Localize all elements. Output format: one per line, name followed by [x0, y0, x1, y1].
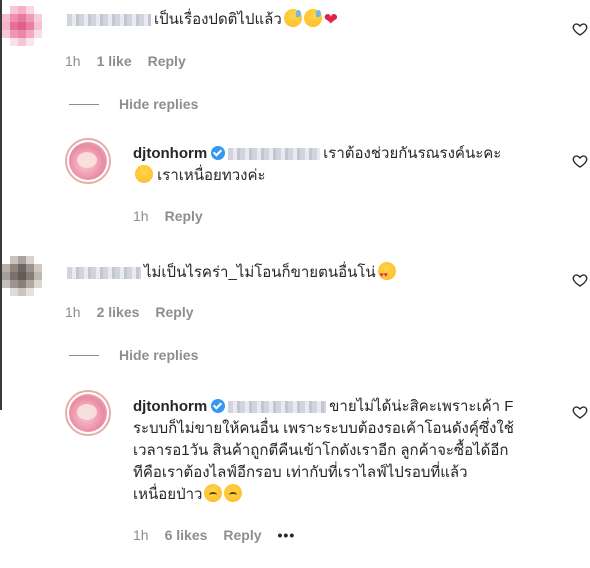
- verified-badge-icon: [211, 399, 226, 413]
- more-options-icon[interactable]: •••: [278, 527, 296, 543]
- avatar[interactable]: [2, 6, 44, 48]
- reply-button[interactable]: Reply: [165, 208, 203, 224]
- like-heart-icon[interactable]: [572, 404, 588, 420]
- like-heart-icon[interactable]: [572, 153, 588, 169]
- hide-replies-button[interactable]: Hide replies: [69, 347, 198, 363]
- username-link[interactable]: djtonhorm: [133, 145, 207, 162]
- timestamp: 1h: [65, 304, 81, 320]
- red-heart-emoji-icon: ❤: [323, 10, 339, 29]
- reply-text: djtonhorm เราต้องช่วยกันรณรงค์นะคะ เราเหน…: [133, 145, 502, 184]
- laughing-emoji-icon: [135, 165, 153, 183]
- username-link[interactable]: djtonhorm: [133, 398, 207, 415]
- sad-face-emoji-icon: [224, 484, 243, 502]
- reply-text: djtonhorm ขายไม่ได้น่ะสิคะเพราะเค้า F ระบ…: [133, 398, 514, 503]
- divider: [69, 103, 99, 105]
- sad-face-emoji-icon: [204, 484, 223, 502]
- heart-eyes-emoji-icon: [377, 262, 396, 287]
- timestamp: 1h: [65, 53, 81, 69]
- reply-button[interactable]: Reply: [223, 527, 261, 543]
- timestamp: 1h: [133, 208, 149, 224]
- censored-username[interactable]: [67, 14, 151, 27]
- like-count[interactable]: 6 likes: [165, 527, 208, 543]
- avatar[interactable]: [65, 138, 111, 184]
- hide-replies-label: Hide replies: [119, 96, 199, 112]
- like-count[interactable]: 1 like: [97, 53, 132, 69]
- comment-meta: 1h 1 like Reply: [65, 53, 186, 69]
- hide-replies-label: Hide replies: [119, 347, 199, 363]
- censored-mention[interactable]: [228, 148, 321, 161]
- like-count[interactable]: 2 likes: [97, 304, 140, 320]
- reply-meta: 1h 6 likes Reply •••: [133, 527, 295, 543]
- hide-replies-button[interactable]: Hide replies: [69, 96, 198, 112]
- comment-meta: 1h 2 likes Reply: [65, 304, 194, 320]
- like-heart-icon[interactable]: [572, 21, 588, 37]
- comment-text: เป็นเรื่องปดติไปแล้ว ❤: [64, 9, 338, 31]
- reply-button[interactable]: Reply: [148, 53, 186, 69]
- censored-username[interactable]: [67, 267, 141, 280]
- grinning-sweat-emoji-icon: [283, 9, 302, 27]
- verified-badge-icon: [211, 146, 226, 160]
- reply-button[interactable]: Reply: [155, 304, 193, 320]
- grinning-sweat-emoji-icon: [303, 9, 322, 27]
- divider: [69, 354, 99, 356]
- reply-meta: 1h Reply: [133, 208, 203, 224]
- timestamp: 1h: [133, 527, 149, 543]
- left-border: [0, 0, 2, 410]
- like-heart-icon[interactable]: [572, 272, 588, 288]
- avatar[interactable]: [65, 390, 111, 436]
- censored-mention[interactable]: [228, 401, 327, 414]
- comment-text: ไม่เป็นไรคร่า_ไม่โอนก็ขายตนอื่นโน่: [64, 262, 396, 287]
- avatar[interactable]: [2, 256, 44, 298]
